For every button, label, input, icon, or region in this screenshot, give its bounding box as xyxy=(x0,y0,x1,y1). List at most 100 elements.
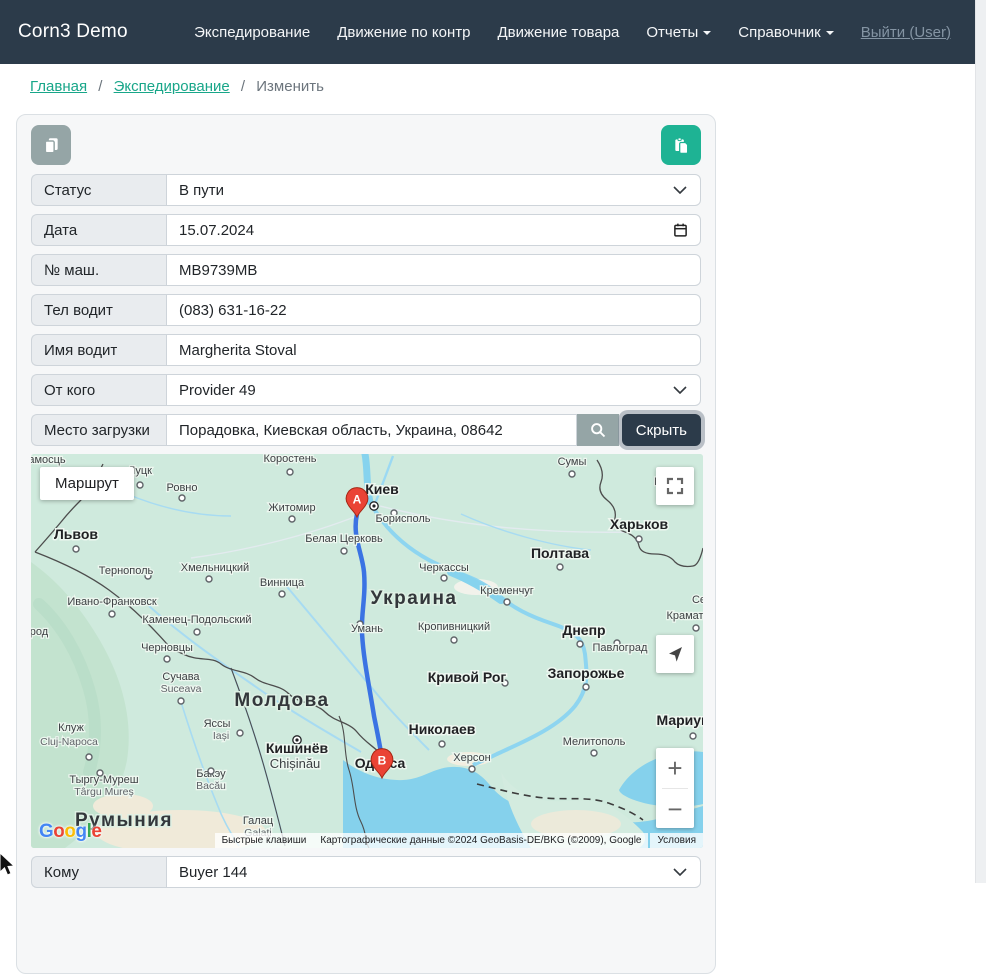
breadcrumb-expediting[interactable]: Экспедирование xyxy=(114,78,230,95)
truck-number-input[interactable] xyxy=(179,262,688,279)
route-button[interactable]: Маршрут xyxy=(40,467,134,500)
driver-name-field xyxy=(166,334,701,366)
driver-name-input[interactable] xyxy=(179,342,688,359)
caret-down-icon xyxy=(826,31,834,39)
map-data-attribution: Картографические данные ©2024 GeoBasis-D… xyxy=(313,833,648,848)
nav-links: Экспедирование Движение по контр Движени… xyxy=(167,24,951,41)
hide-map-button[interactable]: Скрыть xyxy=(622,414,701,446)
svg-text:Кременчуг: Кременчуг xyxy=(480,585,534,597)
svg-text:B: B xyxy=(378,754,387,768)
svg-text:Херсон: Херсон xyxy=(453,752,490,764)
breadcrumb-home[interactable]: Главная xyxy=(30,78,87,95)
svg-text:Кишинёв: Кишинёв xyxy=(266,740,329,756)
driver-phone-input[interactable] xyxy=(179,302,688,319)
svg-text:Крамато: Крамато xyxy=(666,610,703,622)
nav-item-contract-movement[interactable]: Движение по контр xyxy=(337,24,470,41)
nav-logout-link[interactable]: Выйти (User) xyxy=(861,24,951,41)
svg-text:Молдова: Молдова xyxy=(234,690,329,711)
status-label: Статус xyxy=(31,174,166,206)
map-zoom-control: + − xyxy=(656,748,694,828)
google-map[interactable]: амосцьЛуцкРовноКоростеньЖитомирКиевБорис… xyxy=(31,454,703,848)
breadcrumb-current: Изменить xyxy=(256,78,324,95)
loading-place-input[interactable] xyxy=(179,422,564,439)
form-toolbar xyxy=(31,125,701,165)
svg-text:Полтава: Полтава xyxy=(531,545,589,561)
svg-text:Кропивницкий: Кропивницкий xyxy=(418,621,490,633)
svg-text:Тыргу-Муреш: Тыргу-Муреш xyxy=(69,774,138,786)
svg-text:Житомир: Житомир xyxy=(268,502,315,514)
breadcrumb-separator: / xyxy=(98,78,102,95)
form-row-driver-phone: Тел водит xyxy=(31,294,701,326)
chevron-down-icon xyxy=(673,386,687,394)
copy-button[interactable] xyxy=(31,125,71,165)
svg-text:Павлоград: Павлоград xyxy=(593,642,649,654)
svg-text:Клуж: Клуж xyxy=(58,722,84,734)
status-select[interactable]: В пути xyxy=(166,174,701,206)
svg-text:амосць: амосць xyxy=(31,454,66,466)
form-row-driver-name: Имя водит xyxy=(31,334,701,366)
svg-text:Харьков: Харьков xyxy=(610,516,669,532)
map-canvas: амосцьЛуцкРовноКоростеньЖитомирКиевБорис… xyxy=(31,454,703,848)
nav-item-reports[interactable]: Отчеты xyxy=(646,24,711,41)
svg-text:Днепр: Днепр xyxy=(562,622,605,638)
svg-text:Коростень: Коростень xyxy=(263,454,316,465)
map-terms-link[interactable]: Условия xyxy=(650,833,703,848)
svg-text:Киев: Киев xyxy=(365,481,399,497)
svg-text:Сумы: Сумы xyxy=(558,456,587,468)
status-value: В пути xyxy=(179,182,224,199)
paste-icon xyxy=(673,137,690,154)
truck-number-field xyxy=(166,254,701,286)
zoom-in-button[interactable]: + xyxy=(656,748,694,787)
nav-item-expediting[interactable]: Экспедирование xyxy=(194,24,310,41)
nav-item-goods-movement[interactable]: Движение товара xyxy=(497,24,619,41)
truck-number-label: № маш. xyxy=(31,254,166,286)
copy-icon xyxy=(43,137,60,154)
to-label: Кому xyxy=(31,856,166,888)
svg-text:Кривой Рог: Кривой Рог xyxy=(428,669,507,685)
loading-place-label: Место загрузки xyxy=(31,414,166,446)
to-select[interactable]: Buyer 144 xyxy=(166,856,701,888)
navbar: Corn3 Demo Экспедирование Движение по ко… xyxy=(0,0,975,64)
loading-place-field xyxy=(166,414,577,446)
driver-phone-field xyxy=(166,294,701,326)
google-logo[interactable]: Google xyxy=(39,821,101,843)
driver-name-label: Имя водит xyxy=(31,334,166,366)
svg-text:Târgu Mureș: Târgu Mureș xyxy=(74,786,134,798)
from-label: От кого xyxy=(31,374,166,406)
date-input[interactable] xyxy=(179,222,688,239)
page-scrollbar[interactable] xyxy=(975,0,986,883)
svg-text:Борисполь: Борисполь xyxy=(375,513,430,525)
map-shortcuts-button[interactable]: Быстрые клавиши xyxy=(215,833,314,848)
svg-text:Suceava: Suceava xyxy=(161,683,202,695)
paste-button[interactable] xyxy=(661,125,701,165)
date-field xyxy=(166,214,701,246)
map-fullscreen-button[interactable] xyxy=(656,467,694,505)
svg-text:Сучава: Сучава xyxy=(162,671,200,683)
svg-text:Винница: Винница xyxy=(260,577,305,589)
svg-text:Ивано-Франковск: Ивано-Франковск xyxy=(67,596,157,608)
form-row-to: Кому Buyer 144 xyxy=(31,856,701,888)
svg-text:Bacău: Bacău xyxy=(196,780,226,792)
breadcrumb-separator: / xyxy=(241,78,245,95)
app-brand: Corn3 Demo xyxy=(18,21,128,43)
zoom-out-button[interactable]: − xyxy=(656,789,694,828)
search-button[interactable] xyxy=(577,414,619,446)
breadcrumb: Главная / Экспедирование / Изменить xyxy=(30,78,324,95)
edit-form-card: Статус В пути Дата № маш. Тел водит xyxy=(16,114,716,974)
caret-down-icon xyxy=(703,31,711,39)
svg-text:род: род xyxy=(31,626,49,638)
svg-text:Львов: Львов xyxy=(54,526,98,542)
calendar-icon[interactable] xyxy=(673,223,688,238)
svg-text:Chișinău: Chișinău xyxy=(270,756,321,771)
nav-item-directory[interactable]: Справочник xyxy=(738,24,834,41)
svg-text:Белая Церковь: Белая Церковь xyxy=(305,533,383,545)
form-row-date: Дата xyxy=(31,214,701,246)
form-row-loading-place: Место загрузки Скрыть xyxy=(31,414,701,446)
map-attribution: Быстрые клавиши Картографические данные … xyxy=(215,833,703,848)
date-label: Дата xyxy=(31,214,166,246)
svg-text:Мелитополь: Мелитополь xyxy=(563,736,626,748)
from-select[interactable]: Provider 49 xyxy=(166,374,701,406)
map-my-location-button[interactable] xyxy=(656,635,694,673)
form-row-from: От кого Provider 49 xyxy=(31,374,701,406)
mouse-cursor xyxy=(0,852,16,878)
